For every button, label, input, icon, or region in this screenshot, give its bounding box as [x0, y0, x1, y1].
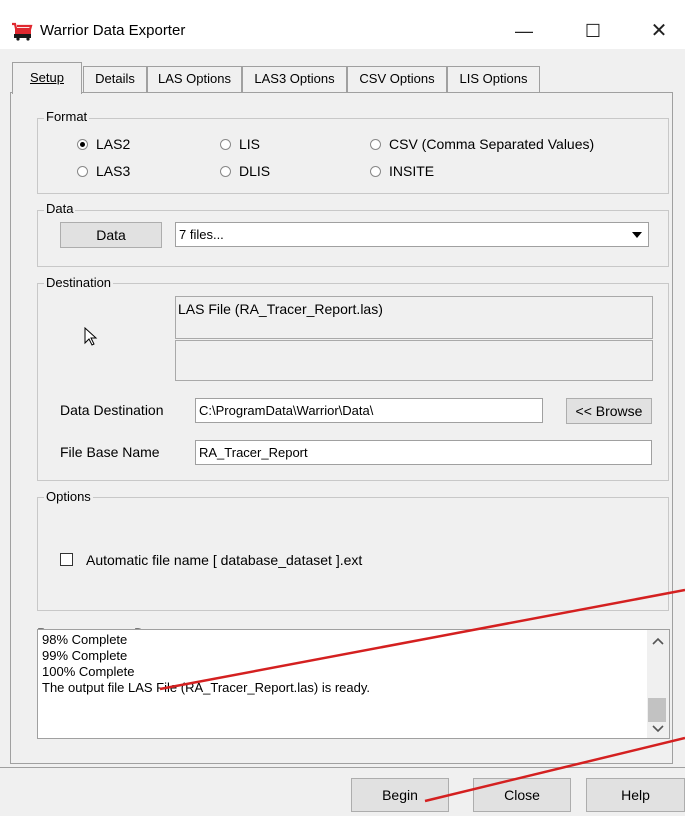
browse-button[interactable]: << Browse [566, 398, 652, 424]
tab-las-options[interactable]: LAS Options [147, 66, 242, 92]
close-button[interactable]: Close [473, 778, 571, 812]
help-button-label: Help [621, 787, 650, 803]
scroll-up-icon[interactable] [650, 634, 666, 646]
begin-button[interactable]: Begin [351, 778, 449, 812]
footer-separator [0, 767, 685, 768]
file-base-name-input[interactable]: RA_Tracer_Report [195, 440, 652, 465]
close-window-button[interactable]: ✕ [636, 14, 682, 48]
auto-filename-checkbox[interactable] [60, 553, 73, 566]
data-destination-label: Data Destination [60, 402, 164, 418]
help-button[interactable]: Help [586, 778, 685, 812]
radio-indicator [370, 138, 381, 150]
data-button[interactable]: Data [60, 222, 162, 248]
data-destination-value: C:\ProgramData\Warrior\Data\ [199, 403, 374, 418]
radio-indicator [77, 138, 88, 150]
radio-indicator [220, 138, 231, 150]
file-base-name-label: File Base Name [60, 444, 160, 460]
tab-setup[interactable]: Setup [12, 62, 82, 94]
log-line: 100% Complete [42, 664, 135, 679]
radio-label: LIS [239, 136, 261, 152]
tab-lis-options[interactable]: LIS Options [447, 66, 540, 92]
close-button-label: Close [504, 787, 540, 803]
file-info-field-secondary [175, 340, 653, 381]
tab-label: Setup [30, 70, 64, 85]
destination-legend: Destination [44, 275, 114, 291]
radio-label: LAS2 [96, 136, 131, 152]
log-line: 99% Complete [42, 648, 128, 663]
file-info-field: LAS File (RA_Tracer_Report.las) [175, 296, 653, 339]
scroll-thumb[interactable] [648, 698, 666, 722]
log-line: 98% Complete [42, 632, 128, 647]
data-destination-input[interactable]: C:\ProgramData\Warrior\Data\ [195, 398, 543, 423]
radio-csv[interactable]: CSV (Comma Separated Values) [370, 135, 594, 153]
log-line: The output file LAS File (RA_Tracer_Repo… [42, 680, 371, 695]
radio-label: INSITE [389, 163, 435, 179]
radio-label: DLIS [239, 163, 271, 179]
tab-las3-options[interactable]: LAS3 Options [242, 66, 347, 92]
minimize-button[interactable]: — [501, 14, 547, 48]
radio-label: CSV (Comma Separated Values) [389, 136, 595, 152]
data-files-value: 7 files... [179, 227, 224, 242]
tab-details[interactable]: Details [83, 66, 147, 92]
browse-button-label: << Browse [575, 403, 643, 419]
radio-label: LAS3 [96, 163, 131, 179]
radio-indicator [370, 165, 381, 177]
format-group [37, 118, 669, 194]
window-title: Warrior Data Exporter [40, 22, 186, 39]
file-base-name-value: RA_Tracer_Report [199, 445, 308, 460]
data-legend: Data [44, 201, 76, 217]
data-button-label: Data [96, 227, 126, 243]
radio-dlis[interactable]: DLIS [220, 162, 270, 180]
radio-las3[interactable]: LAS3 [77, 162, 130, 180]
options-legend: Options [44, 489, 93, 505]
auto-filename-label: Automatic file name [ database_dataset ]… [86, 552, 363, 568]
mouse-pointer-icon [84, 326, 98, 347]
cart-icon [10, 21, 34, 41]
dropdown-arrow-icon[interactable] [628, 225, 646, 244]
data-files-dropdown[interactable]: 7 files... [175, 222, 649, 247]
tab-csv-options[interactable]: CSV Options [347, 66, 447, 92]
radio-las2[interactable]: LAS2 [77, 135, 130, 153]
radio-indicator [77, 165, 88, 177]
radio-insite[interactable]: INSITE [370, 162, 434, 180]
begin-button-label: Begin [382, 787, 418, 803]
radio-indicator [220, 165, 231, 177]
radio-lis[interactable]: LIS [220, 135, 260, 153]
format-legend: Format [44, 109, 90, 125]
scroll-down-icon[interactable] [650, 722, 666, 734]
maximize-button[interactable]: ☐ [570, 14, 616, 48]
file-info-text: LAS File (RA_Tracer_Report.las) [178, 301, 383, 317]
